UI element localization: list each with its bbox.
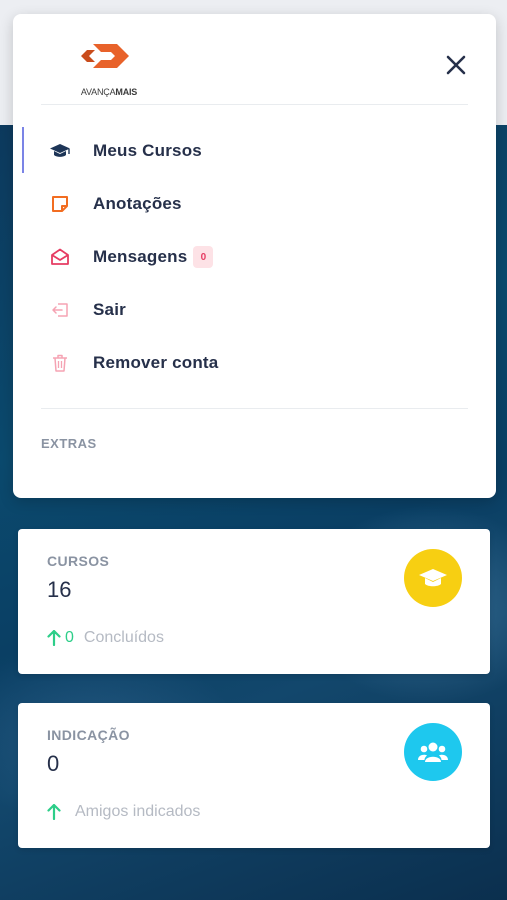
divider: [41, 408, 468, 409]
card-footer: 0 Concluídos: [47, 629, 164, 647]
menu-item-mensagens[interactable]: Mensagens 0: [41, 237, 461, 277]
completed-count: 0: [65, 629, 74, 646]
section-label-extras: EXTRAS: [41, 436, 97, 451]
card-value: 16: [47, 577, 72, 602]
trash-icon: [49, 352, 71, 374]
graduation-cap-icon: [404, 549, 462, 607]
menu-item-label: Remover conta: [93, 353, 219, 372]
stat-card-indicacao[interactable]: INDICAÇÃO 0 Amigos indicados: [18, 703, 490, 848]
close-button[interactable]: [443, 52, 469, 78]
menu-item-meus-cursos[interactable]: Meus Cursos: [41, 131, 461, 171]
menu-item-label: Mensagens: [93, 247, 188, 266]
card-footer-label: Amigos indicados: [75, 803, 201, 820]
menu-item-remover-conta[interactable]: Remover conta: [41, 343, 461, 383]
divider: [41, 104, 468, 105]
menu-item-label: Meus Cursos: [93, 141, 202, 160]
navigation-drawer: AVANÇAMAIS Meus Cursos Anotações Mensage…: [13, 14, 496, 498]
logo-text: AVANÇAMAIS: [80, 87, 138, 97]
card-title: INDICAÇÃO: [47, 727, 130, 743]
avancamais-logo[interactable]: AVANÇAMAIS: [77, 42, 141, 100]
envelope-open-icon: [49, 246, 71, 268]
note-icon: [49, 193, 71, 215]
menu-item-anotacoes[interactable]: Anotações: [41, 184, 461, 224]
message-count-badge: 0: [193, 246, 214, 268]
users-icon: [404, 723, 462, 781]
card-footer-label: Concluídos: [83, 629, 164, 646]
arrow-up-icon: [47, 804, 61, 820]
logout-icon: [49, 299, 71, 321]
menu-item-label: Anotações: [93, 194, 182, 213]
menu-item-label: Sair: [93, 300, 126, 319]
menu-item-sair[interactable]: Sair: [41, 290, 461, 330]
card-value: 0: [47, 751, 60, 776]
logo-mark-icon: [81, 44, 129, 68]
graduation-cap-icon: [49, 140, 71, 162]
card-footer: Amigos indicados: [47, 803, 200, 821]
active-indicator: [22, 127, 24, 173]
card-title: CURSOS: [47, 553, 110, 569]
stat-card-cursos[interactable]: CURSOS 16 0 Concluídos: [18, 529, 490, 674]
close-icon: [446, 55, 466, 75]
arrow-up-icon: [47, 630, 61, 646]
